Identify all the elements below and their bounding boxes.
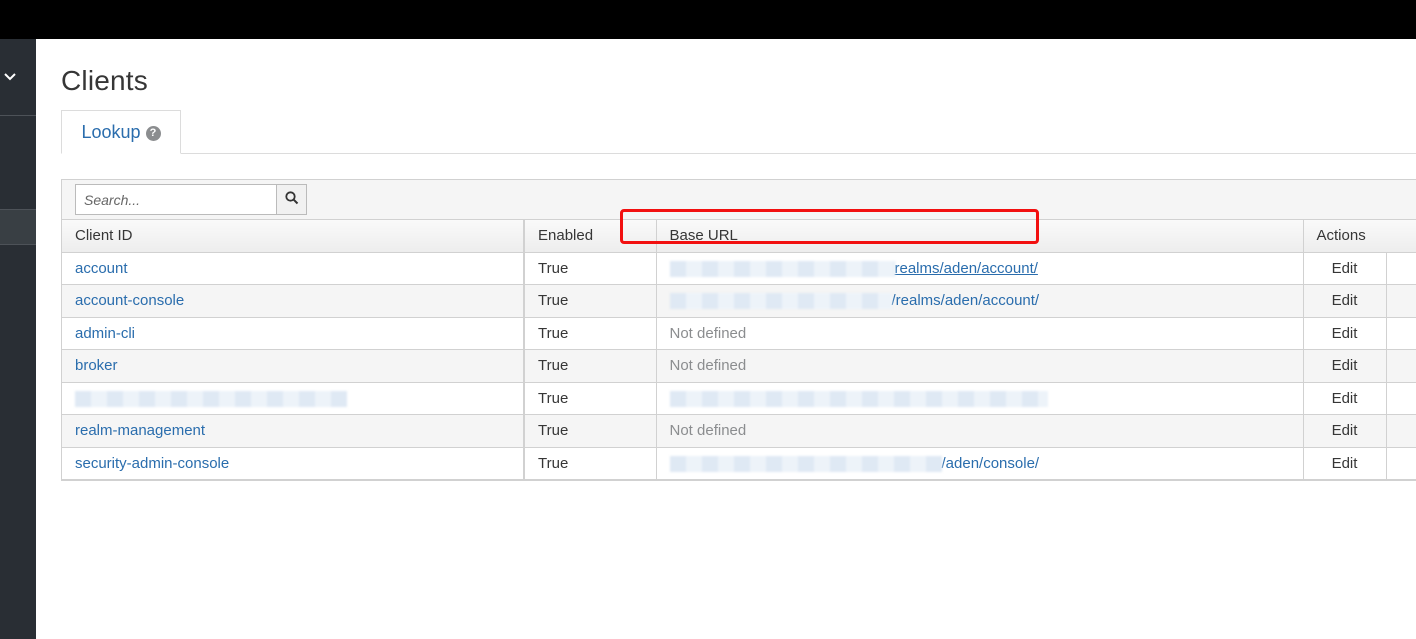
actions-extra-cell xyxy=(1386,284,1416,318)
edit-button[interactable]: Edit xyxy=(1332,325,1358,342)
base-url-not-defined: Not defined xyxy=(669,357,747,375)
redacted-base-url-link[interactable] xyxy=(669,390,1048,407)
tab-lookup-label: Lookup xyxy=(81,121,141,142)
redacted-text xyxy=(669,293,892,310)
search-input[interactable] xyxy=(76,185,276,214)
sidebar xyxy=(0,39,36,639)
enabled-cell: True xyxy=(524,447,657,480)
enabled-cell: True xyxy=(524,414,657,448)
table-header-row: Client ID Enabled Base URL Actions xyxy=(62,220,1416,253)
edit-button[interactable]: Edit xyxy=(1332,390,1358,407)
actions-extra-cell xyxy=(1386,252,1416,285)
search-icon xyxy=(284,191,299,208)
table-row: admin-cli True Not defined Edit xyxy=(62,317,1416,350)
main-content: Clients Lookup ? Search... Client ID Ena… xyxy=(36,39,1416,639)
clients-table-container: Client ID Enabled Base URL Actions accou… xyxy=(61,179,1416,481)
client-id-link[interactable]: broker xyxy=(75,357,118,374)
client-id-link[interactable]: realm-management xyxy=(75,422,205,439)
base-url-link[interactable]: /aden/console/ xyxy=(942,455,1040,472)
actions-extra-cell xyxy=(1386,382,1416,415)
clients-table: Client ID Enabled Base URL Actions accou… xyxy=(62,220,1416,480)
enabled-cell: True xyxy=(524,382,657,415)
edit-button[interactable]: Edit xyxy=(1332,455,1358,472)
table-row: account True realms/aden/account/ Edit xyxy=(62,252,1416,285)
actions-extra-cell xyxy=(1386,447,1416,480)
table-row: broker True Not defined Edit xyxy=(62,349,1416,383)
sidebar-toggle[interactable] xyxy=(0,69,20,85)
actions-extra-cell xyxy=(1386,317,1416,350)
edit-button[interactable]: Edit xyxy=(1332,357,1358,374)
table-row: True Edit xyxy=(62,382,1416,415)
client-id-link[interactable]: account-console xyxy=(75,292,184,309)
chevron-down-icon xyxy=(4,73,16,81)
table-row: security-admin-console True /aden/consol… xyxy=(62,447,1416,480)
edit-button[interactable]: Edit xyxy=(1332,422,1358,439)
search-box xyxy=(75,184,307,215)
redacted-text xyxy=(669,455,942,472)
edit-button[interactable]: Edit xyxy=(1332,260,1358,277)
edit-button[interactable]: Edit xyxy=(1332,292,1358,309)
table-row: realm-management True Not defined Edit xyxy=(62,414,1416,448)
enabled-cell: True xyxy=(524,252,657,285)
actions-extra-cell xyxy=(1386,414,1416,448)
column-header-actions: Actions xyxy=(1303,220,1416,253)
tab-lookup[interactable]: Lookup ? xyxy=(61,110,181,154)
enabled-cell: True xyxy=(524,349,657,383)
base-url-link[interactable]: /realms/aden/account/ xyxy=(892,292,1040,309)
client-id-link[interactable]: admin-cli xyxy=(75,325,135,342)
base-url-not-defined: Not defined xyxy=(669,324,747,342)
search-button[interactable] xyxy=(276,184,307,215)
top-navbar xyxy=(0,0,1416,39)
client-id-link[interactable]: account xyxy=(75,260,128,277)
table-row: account-console True /realms/aden/accoun… xyxy=(62,284,1416,318)
sidebar-divider xyxy=(0,115,36,116)
redacted-client-id-link[interactable] xyxy=(75,390,347,407)
base-url-link[interactable]: realms/aden/account/ xyxy=(895,260,1038,277)
enabled-cell: True xyxy=(524,317,657,350)
actions-extra-cell xyxy=(1386,349,1416,383)
page-title: Clients xyxy=(61,65,148,96)
column-header-base-url[interactable]: Base URL xyxy=(656,220,1304,253)
enabled-cell: True xyxy=(524,284,657,318)
client-id-link[interactable]: security-admin-console xyxy=(75,455,229,472)
table-toolbar xyxy=(62,180,1416,220)
sidebar-item-active[interactable] xyxy=(0,209,36,245)
column-header-client-id[interactable]: Client ID xyxy=(62,220,525,253)
question-circle-icon[interactable]: ? xyxy=(145,125,161,141)
column-header-enabled[interactable]: Enabled xyxy=(524,220,657,253)
redacted-text xyxy=(669,260,895,277)
base-url-not-defined: Not defined xyxy=(669,422,747,440)
tabs-underline xyxy=(61,153,1416,154)
